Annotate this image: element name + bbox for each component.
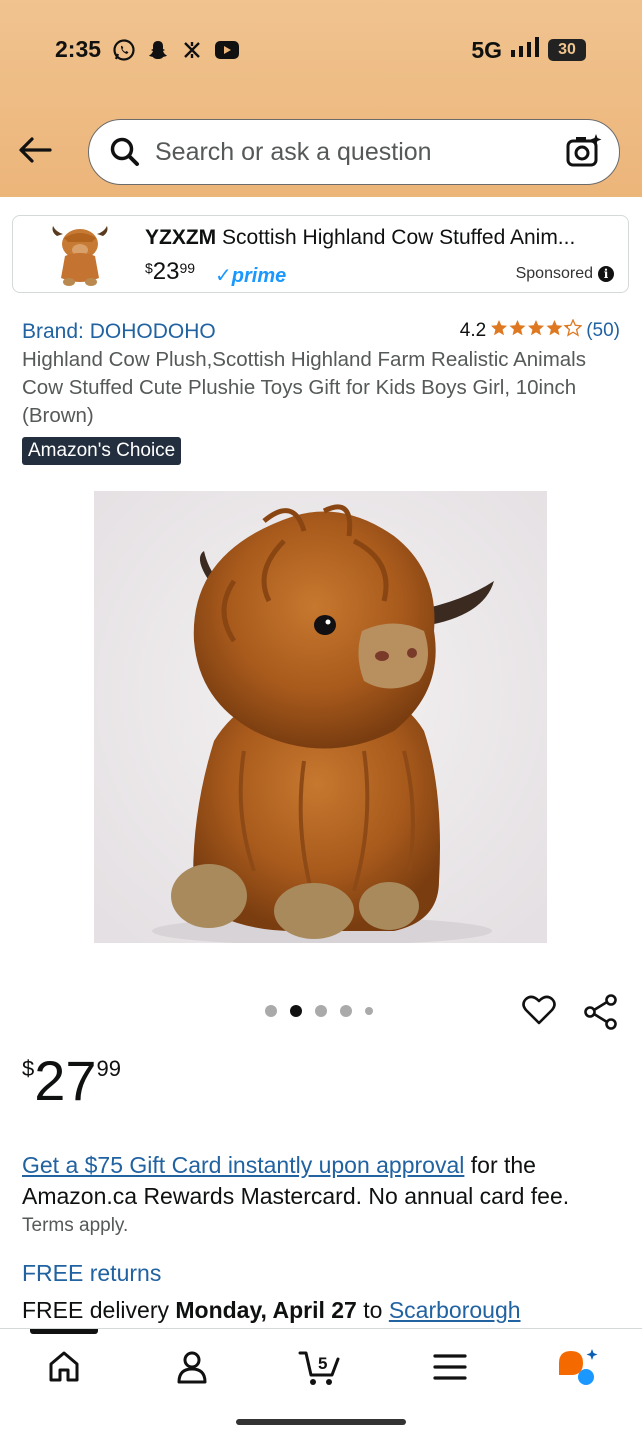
free-returns-link[interactable]: FREE returns xyxy=(22,1260,161,1287)
price-fraction: 99 xyxy=(96,1056,122,1081)
info-icon[interactable]: i xyxy=(598,266,614,282)
product-price: $2799 xyxy=(22,1050,121,1112)
app-notification-icon xyxy=(180,38,204,62)
battery-icon: 30 xyxy=(548,39,586,61)
camera-search-icon[interactable] xyxy=(565,132,603,175)
rating-count[interactable]: (50) xyxy=(586,320,620,342)
image-carousel-indicator[interactable] xyxy=(265,1005,373,1017)
youtube-icon xyxy=(214,40,240,60)
product-image[interactable] xyxy=(94,491,547,943)
cart-count: 5 xyxy=(318,1354,327,1373)
active-tab-indicator xyxy=(30,1329,98,1334)
carousel-dot[interactable] xyxy=(340,1005,352,1017)
rating-summary[interactable]: 4.2 (50) xyxy=(460,319,620,343)
nav-cart[interactable]: 5 xyxy=(298,1345,342,1389)
product-title: Highland Cow Plush,Scottish Highland Far… xyxy=(22,348,586,427)
sponsored-product-card[interactable]: YZXZM Scottish Highland Cow Stuffed Anim… xyxy=(12,215,629,293)
delivery-prefix: FREE delivery xyxy=(22,1297,176,1323)
nav-home[interactable] xyxy=(42,1345,86,1389)
brand-link[interactable]: Brand: DOHODOHO xyxy=(22,320,216,344)
sponsored-price-symbol: $ xyxy=(145,260,153,276)
home-icon xyxy=(49,1351,79,1382)
star-rating-icon xyxy=(490,319,582,343)
sponsored-price: $2399 xyxy=(145,258,195,286)
share-icon[interactable] xyxy=(583,994,619,1035)
delivery-date: Monday, April 27 xyxy=(175,1297,357,1323)
network-label: 5G xyxy=(471,36,502,63)
carousel-dot[interactable] xyxy=(365,1007,373,1015)
search-input[interactable] xyxy=(153,120,557,185)
terms-text: Terms apply. xyxy=(22,1215,129,1236)
sponsored-product-title[interactable]: YZXZM Scottish Highland Cow Stuffed Anim… xyxy=(145,226,615,250)
snapchat-icon xyxy=(146,38,170,62)
back-button[interactable] xyxy=(16,132,54,168)
carousel-dot[interactable] xyxy=(315,1005,327,1017)
sponsored-label[interactable]: Sponsored i xyxy=(516,265,614,283)
nav-rufus[interactable] xyxy=(556,1345,600,1389)
cart-icon: 5 xyxy=(298,1351,340,1385)
status-time: 2:35 xyxy=(55,36,102,62)
status-notification-icons xyxy=(112,38,240,62)
account-icon xyxy=(177,1351,207,1384)
carousel-dot-active[interactable] xyxy=(290,1005,302,1017)
nav-menu[interactable] xyxy=(428,1345,472,1389)
menu-icon xyxy=(433,1354,467,1380)
rufus-icon xyxy=(559,1349,598,1385)
credit-card-offer: Get a $75 Gift Card instantly upon appro… xyxy=(22,1150,622,1212)
rating-value: 4.2 xyxy=(459,320,487,341)
status-right: 5G 30 xyxy=(471,36,586,64)
sponsored-text: Sponsored xyxy=(515,265,593,282)
delivery-info: FREE delivery Monday, April 27 to Scarbo… xyxy=(22,1297,521,1324)
prime-check-icon: ✓ xyxy=(215,265,232,287)
prime-label: prime xyxy=(231,265,287,287)
wishlist-heart-icon[interactable] xyxy=(522,994,556,1031)
delivery-location-link[interactable]: Scarborough xyxy=(389,1297,521,1323)
bottom-navigation: 5 xyxy=(0,1328,642,1441)
sponsored-price-whole: 23 xyxy=(152,258,180,285)
whatsapp-icon xyxy=(112,38,136,62)
prime-badge: ✓prime xyxy=(215,263,286,288)
carousel-dot[interactable] xyxy=(265,1005,277,1017)
sponsored-price-fraction: 99 xyxy=(179,260,196,276)
sponsored-brand: YZXZM xyxy=(145,226,217,249)
search-bar[interactable] xyxy=(88,119,620,185)
sponsored-title-text: Scottish Highland Cow Stuffed Anim... xyxy=(222,226,576,249)
signal-icon xyxy=(510,36,540,64)
gesture-bar xyxy=(236,1419,406,1425)
sponsored-product-thumbnail[interactable] xyxy=(47,222,113,288)
amazons-choice-badge[interactable]: Amazon's Choice xyxy=(22,437,182,465)
header: 2:35 5G 30 xyxy=(0,0,642,197)
nav-account[interactable] xyxy=(170,1345,214,1389)
delivery-to: to xyxy=(356,1297,389,1323)
search-icon xyxy=(109,136,141,173)
gift-card-offer-link[interactable]: Get a $75 Gift Card instantly upon appro… xyxy=(22,1152,464,1178)
price-symbol: $ xyxy=(22,1056,35,1081)
back-arrow-icon xyxy=(19,137,52,163)
price-whole: 27 xyxy=(34,1049,97,1112)
